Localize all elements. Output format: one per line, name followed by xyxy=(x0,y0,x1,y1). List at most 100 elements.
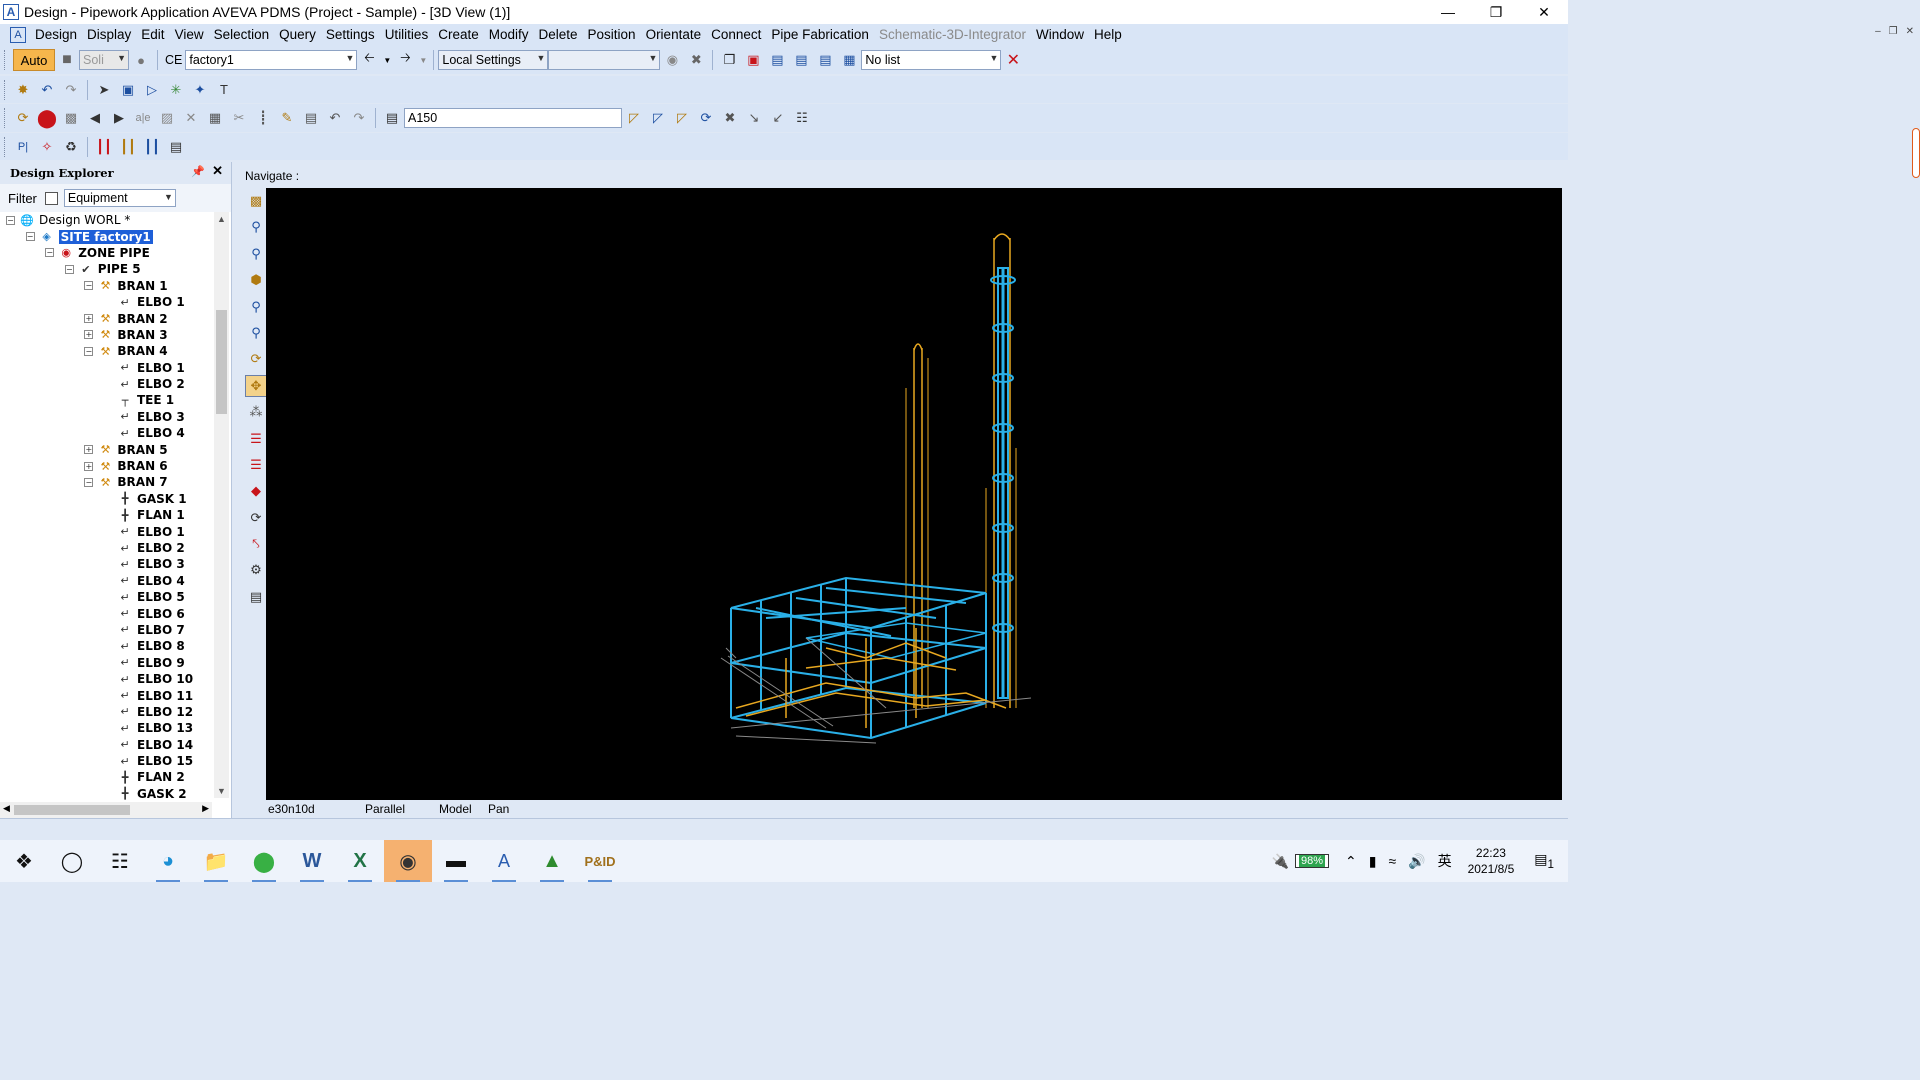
text-tool-icon[interactable]: T xyxy=(213,79,235,101)
menu-orientate[interactable]: Orientate xyxy=(641,24,707,46)
view-tool-zoom-window-icon[interactable]: ⚲ xyxy=(245,216,267,238)
sparkle-icon[interactable]: ✸ xyxy=(12,79,34,101)
solid-combo[interactable]: Soli ▼ xyxy=(79,50,129,70)
color-swatch-icon[interactable]: ■ xyxy=(56,49,78,71)
fab-tool-2-icon[interactable]: ✧ xyxy=(36,136,58,158)
cylinder-icon[interactable]: ● xyxy=(130,49,152,71)
pipe-tool-1-icon[interactable]: ◸ xyxy=(623,107,645,129)
shape-icon[interactable]: ▨ xyxy=(156,107,178,129)
menu-query[interactable]: Query xyxy=(274,24,321,46)
view-tool-rotate-icon[interactable]: ⟳ xyxy=(245,348,267,370)
tree-node[interactable]: ↵ ELBO 1 xyxy=(0,294,212,310)
aveva-menu-icon[interactable]: A xyxy=(10,27,26,43)
forward-dropdown-icon[interactable]: ▼ xyxy=(418,49,428,71)
scroll-thumb[interactable] xyxy=(216,310,227,414)
tree-node[interactable]: − ⚒ BRAN 4 xyxy=(0,343,212,359)
tree-node[interactable]: ↵ ELBO 2 xyxy=(0,376,212,392)
aveva-icon[interactable]: A xyxy=(480,840,528,882)
redo-icon[interactable]: ↷ xyxy=(60,79,82,101)
tree-node[interactable]: ╋ GASK 1 xyxy=(0,491,212,507)
scroll-left-icon[interactable]: ◀ xyxy=(3,803,10,814)
mdi-restore-icon[interactable]: ❐ xyxy=(1889,26,1898,37)
tree-expand-icon[interactable]: + xyxy=(84,445,94,455)
tree-node[interactable]: − ◉ ZONE PIPE xyxy=(0,245,212,261)
save-icon[interactable]: ▣ xyxy=(742,49,764,71)
tree-node[interactable]: ↵ ELBO 4 xyxy=(0,425,212,441)
menu-position[interactable]: Position xyxy=(583,24,641,46)
3d-viewport[interactable] xyxy=(266,188,1562,800)
back-dropdown-icon[interactable]: ▼ xyxy=(382,49,392,71)
clear-x-icon[interactable]: ✖ xyxy=(685,49,707,71)
tray-chevron-up-icon[interactable]: ⌃ xyxy=(1345,853,1357,870)
tree-collapse-icon[interactable]: − xyxy=(25,232,35,242)
tree-collapse-icon[interactable]: − xyxy=(84,477,94,487)
blank-combo[interactable]: ▼ xyxy=(548,50,661,70)
next-icon[interactable]: ▶ xyxy=(108,107,130,129)
menu-design[interactable]: Design xyxy=(30,24,82,46)
undo-icon[interactable]: ↶ xyxy=(36,79,58,101)
panel-close-icon[interactable]: ✕ xyxy=(212,164,223,179)
tree-collapse-icon[interactable]: − xyxy=(6,215,15,225)
edge-icon[interactable]: ◕ xyxy=(144,840,192,882)
split-4-icon[interactable]: ▤ xyxy=(165,136,187,158)
clock[interactable]: 22:23 2021/8/5 xyxy=(1468,845,1515,877)
split-3-icon[interactable]: ┃┃ xyxy=(141,136,163,158)
pipe-tool-3-icon[interactable]: ◸ xyxy=(671,107,693,129)
route-icon[interactable]: ┋ xyxy=(252,107,274,129)
tree-expand-icon[interactable]: + xyxy=(84,330,94,340)
word-icon[interactable]: W xyxy=(288,840,336,882)
delete-list-icon[interactable]: ✕ xyxy=(1002,49,1024,71)
tree-node[interactable]: ↵ ELBO 15 xyxy=(0,753,212,769)
view-tool-pan-icon[interactable]: ✥ xyxy=(245,374,267,397)
view-tool-layers-icon[interactable]: ☰ xyxy=(245,428,267,450)
scroll-right-icon[interactable]: ▶ xyxy=(202,803,209,814)
toolbar-grip[interactable] xyxy=(4,50,7,70)
tree-horizontal-scrollbar[interactable]: ◀ ▶ xyxy=(0,802,212,818)
wifi-icon[interactable]: ≈ xyxy=(1388,853,1396,869)
tree-node[interactable]: ↵ ELBO 5 xyxy=(0,589,212,605)
menu-window[interactable]: Window xyxy=(1031,24,1089,46)
copy-list-icon[interactable]: ❐ xyxy=(718,49,740,71)
view-tool-clip-icon[interactable]: ◆ xyxy=(245,480,267,502)
tree-node[interactable]: ↵ ELBO 6 xyxy=(0,605,212,621)
search-circle-icon[interactable]: ◯ xyxy=(48,840,96,882)
view-tool-zoom-fit-icon[interactable]: ⚲ xyxy=(245,243,267,265)
file-explorer-icon[interactable]: 📁 xyxy=(192,840,240,882)
list-remove-icon[interactable]: ▤ xyxy=(814,49,836,71)
tree-node[interactable]: − ⚒ BRAN 7 xyxy=(0,474,212,490)
menu-utilities[interactable]: Utilities xyxy=(380,24,434,46)
menu-settings[interactable]: Settings xyxy=(321,24,380,46)
tree-node[interactable]: ╋ FLAN 2 xyxy=(0,769,212,785)
notification-icon[interactable]: ▤1 xyxy=(1534,851,1554,871)
menu-modify[interactable]: Modify xyxy=(484,24,534,46)
battery-indicator[interactable]: 98% xyxy=(1294,854,1329,868)
tree-node[interactable]: + ⚒ BRAN 3 xyxy=(0,327,212,343)
select-tree-icon[interactable]: ✳ xyxy=(165,79,187,101)
binoculars-icon[interactable]: ◉ xyxy=(661,49,683,71)
pipe-tool-6-icon[interactable]: ↘ xyxy=(743,107,765,129)
pdms-globe-icon[interactable]: ◉ xyxy=(384,840,432,882)
toolbar-grip[interactable] xyxy=(4,136,7,157)
menu-display[interactable]: Display xyxy=(82,24,136,46)
tree-node[interactable]: ╋ GASK 2 xyxy=(0,786,212,802)
window-icon[interactable]: ▤ xyxy=(300,107,322,129)
redo-small-icon[interactable]: ↷ xyxy=(348,107,370,129)
tree-node[interactable]: ↵ ELBO 13 xyxy=(0,720,212,736)
view-tool-axes-icon[interactable]: ⤣ xyxy=(245,533,267,555)
table-icon[interactable]: ▦ xyxy=(204,107,226,129)
pipe-tool-8-icon[interactable]: ☷ xyxy=(791,107,813,129)
select-connect-icon[interactable]: ✦ xyxy=(189,79,211,101)
tree-node[interactable]: + ⚒ BRAN 5 xyxy=(0,441,212,457)
menu-edit[interactable]: Edit xyxy=(136,24,169,46)
view-tool-camera-icon[interactable]: ▩ xyxy=(245,190,267,212)
image-icon[interactable]: ▩ xyxy=(60,107,82,129)
list-table-icon[interactable]: ▦ xyxy=(838,49,860,71)
tree-node[interactable]: ↵ ELBO 12 xyxy=(0,704,212,720)
back-arrow-icon[interactable]: 🡠 xyxy=(358,49,380,71)
tree-node[interactable]: + ⚒ BRAN 2 xyxy=(0,310,212,326)
ce-combo[interactable]: factory1 ▼ xyxy=(185,50,358,70)
tree-node[interactable]: ↵ ELBO 14 xyxy=(0,737,212,753)
spec-icon[interactable]: ▤ xyxy=(381,107,403,129)
menu-view[interactable]: View xyxy=(170,24,209,46)
previous-icon[interactable]: ◀ xyxy=(84,107,106,129)
